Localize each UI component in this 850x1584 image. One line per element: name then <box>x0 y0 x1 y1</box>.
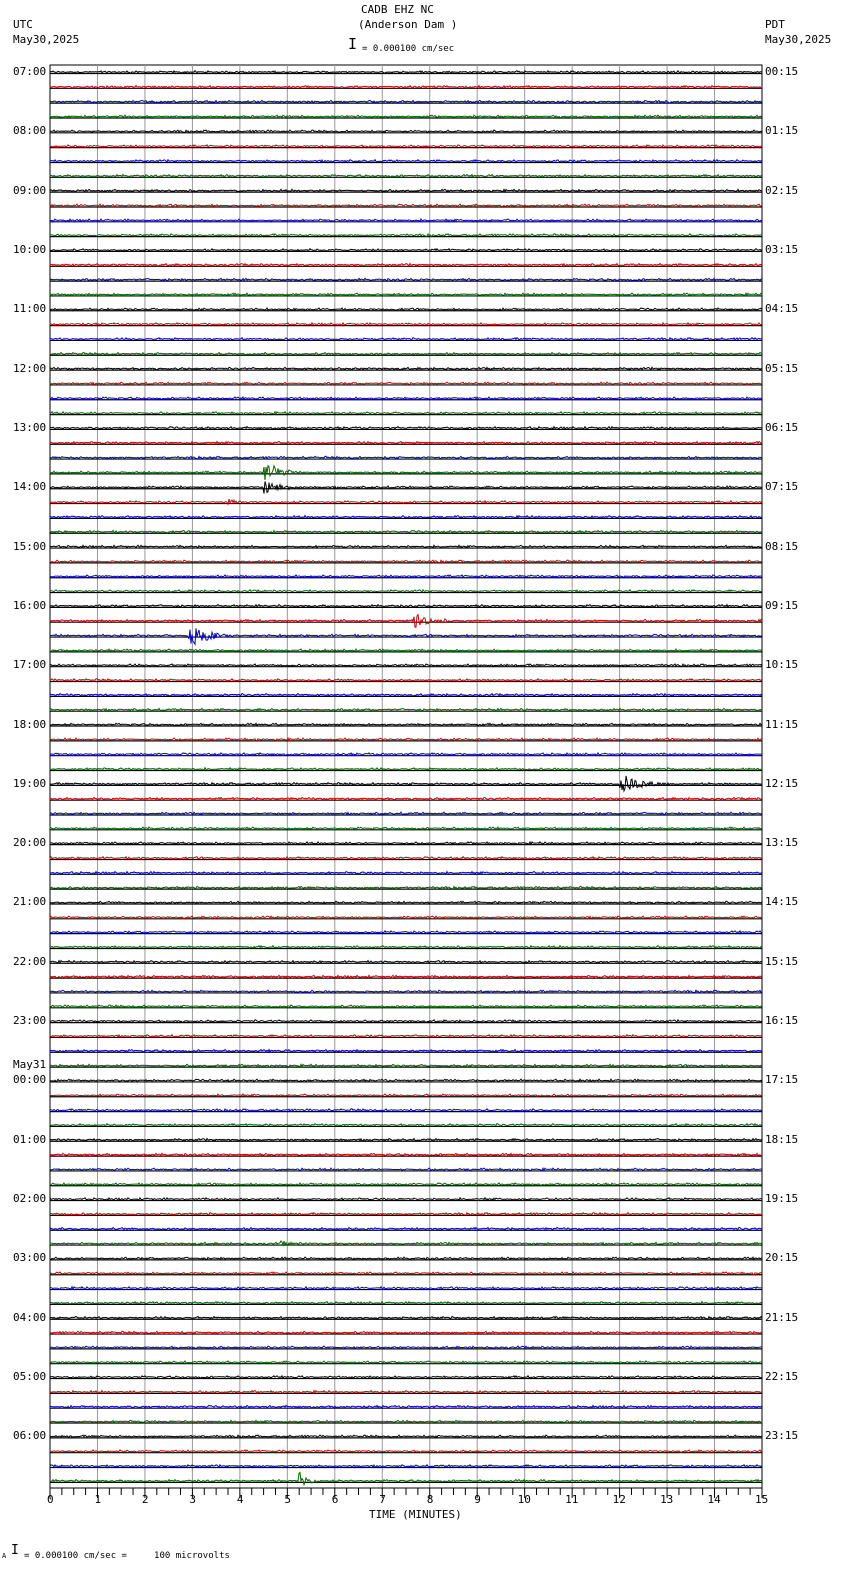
trace-row <box>49 481 763 494</box>
trace-row <box>49 692 763 698</box>
trace-row <box>49 974 763 979</box>
trace-row <box>49 751 763 757</box>
trace-row <box>49 900 763 905</box>
trace-row <box>49 1419 763 1424</box>
trace-row <box>49 158 763 164</box>
trace-row <box>49 1434 763 1439</box>
trace-row <box>49 351 762 356</box>
trace-row <box>49 1003 763 1009</box>
trace-row <box>49 1196 763 1202</box>
trace-row <box>49 1033 763 1039</box>
trace-row <box>49 247 763 253</box>
trace-row <box>49 915 763 920</box>
trace-row <box>49 736 763 742</box>
trace-row <box>49 648 763 653</box>
trace-row <box>49 775 763 793</box>
trace-row <box>49 1122 763 1128</box>
trace-row <box>49 929 763 935</box>
trace-row <box>49 440 763 445</box>
trace-row <box>49 336 762 342</box>
trace-row <box>49 1300 763 1306</box>
trace-row <box>49 628 763 646</box>
trace-row <box>49 677 763 683</box>
trace-row <box>49 574 762 579</box>
trace-row <box>49 232 763 238</box>
seismogram-traces <box>49 64 763 1498</box>
trace-row <box>49 395 763 401</box>
helicorder-plot: CADB EHZ NC (Anderson Dam ) UTC May30,20… <box>0 0 850 1584</box>
trace-row <box>49 1270 763 1276</box>
trace-row <box>49 203 763 208</box>
trace-row <box>49 464 763 480</box>
trace-row <box>49 529 763 535</box>
trace-row <box>49 885 763 890</box>
trace-row <box>49 1166 762 1172</box>
trace-row <box>49 1374 763 1380</box>
trace-row <box>49 1285 763 1291</box>
trace-row <box>49 1330 763 1335</box>
trace-row <box>49 425 763 431</box>
trace-row <box>49 1226 763 1232</box>
trace-row <box>49 588 763 594</box>
trace-row <box>49 766 762 772</box>
trace-row <box>49 291 763 297</box>
trace-row <box>49 1078 763 1083</box>
trace-row <box>49 84 763 90</box>
trace-row <box>49 1137 763 1142</box>
trace-row <box>49 277 763 283</box>
trace-row <box>49 825 763 831</box>
trace-row <box>49 1182 763 1187</box>
trace-row <box>49 613 763 628</box>
trace-row <box>49 188 763 194</box>
trace-row <box>49 129 763 134</box>
trace-row <box>49 381 763 386</box>
trace-row <box>49 1018 763 1024</box>
trace-row <box>49 143 763 149</box>
